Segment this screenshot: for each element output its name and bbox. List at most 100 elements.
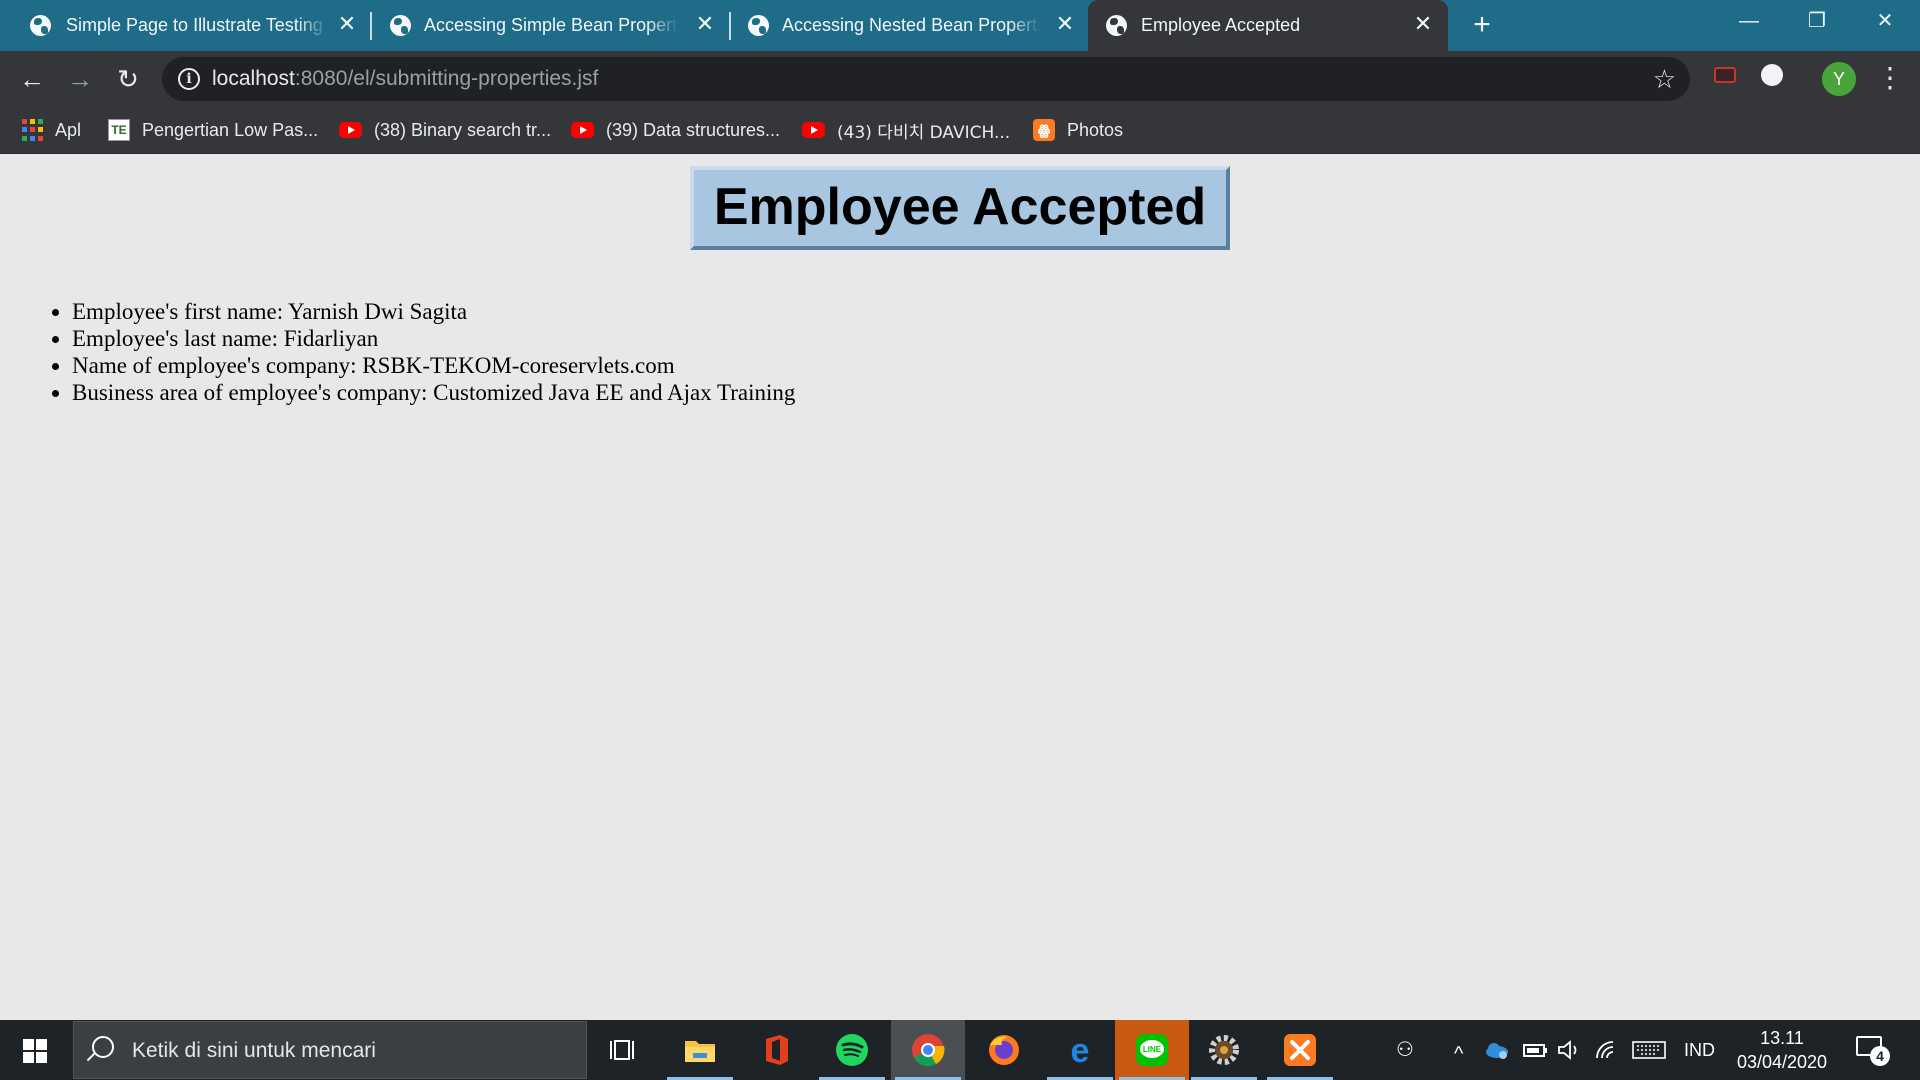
bookmark-label: (43) 다비치 DAVICH... — [837, 122, 1011, 143]
bookmark-apps[interactable]: Apl — [22, 116, 81, 144]
list-item: Employee's first name: Yarnish Dwi Sagit… — [72, 298, 795, 325]
bookmark-label: (39) Data structures... — [606, 119, 781, 140]
action-center-button[interactable]: 4 — [1856, 1036, 1890, 1066]
keyboard-icon[interactable] — [1632, 1040, 1666, 1060]
site-info-icon[interactable]: i — [178, 68, 200, 90]
notification-count-badge: 4 — [1870, 1046, 1890, 1066]
youtube-icon — [339, 122, 362, 138]
browser-menu-icon[interactable]: ⋮ — [1876, 63, 1904, 93]
url-host: localhost — [212, 67, 295, 90]
search-placeholder: Ketik di sini untuk mencari — [132, 1039, 376, 1062]
onedrive-icon[interactable] — [1484, 1040, 1510, 1060]
tab-close-icon[interactable]: ✕ — [694, 12, 716, 36]
youtube-icon — [571, 122, 594, 138]
tab-simple-bean[interactable]: Accessing Simple Bean Properties ✕ — [358, 0, 724, 51]
settings-app-button[interactable] — [1187, 1020, 1261, 1080]
close-window-button[interactable]: ✕ — [1850, 0, 1920, 44]
windows-taskbar: Ketik di sini untuk mencari e LINE ⚇ ^ I… — [0, 1020, 1920, 1080]
bookmark-star-icon[interactable]: ☆ — [1653, 64, 1676, 94]
edge-icon: e — [1071, 1033, 1090, 1067]
tab-employee-accepted[interactable]: Employee Accepted ✕ — [1088, 0, 1448, 51]
clock-date: 03/04/2020 — [1736, 1052, 1828, 1072]
globe-icon — [30, 15, 51, 36]
employee-info-list: Employee's first name: Yarnish Dwi Sagit… — [72, 298, 795, 406]
bookmark-label: (38) Binary search tr... — [374, 119, 552, 140]
bookmark-photos[interactable]: ꙮ Photos — [1033, 116, 1123, 144]
bookmark-davichi[interactable]: (43) 다비치 DAVICH... — [802, 116, 1010, 144]
globe-icon — [748, 15, 769, 36]
tab-title: Employee Accepted — [1141, 15, 1301, 35]
file-explorer-button[interactable] — [663, 1020, 737, 1080]
tab-simple-page[interactable]: Simple Page to Illustrate Testing F ✕ — [0, 0, 366, 51]
back-button[interactable]: ← — [12, 59, 52, 99]
svg-text:e: e — [1071, 1033, 1090, 1067]
battery-icon[interactable] — [1522, 1040, 1548, 1060]
spotify-button[interactable] — [815, 1020, 889, 1080]
url-text[interactable]: localhost:8080/el/submitting-properties.… — [212, 68, 598, 90]
system-clock[interactable]: 13.11 03/04/2020 — [1722, 1026, 1842, 1074]
tab-title: Simple Page to Illustrate Testing F — [66, 15, 328, 35]
svg-text:LINE: LINE — [1143, 1045, 1162, 1054]
firefox-icon — [989, 1035, 1019, 1065]
show-hidden-icons-chevron[interactable]: ^ — [1454, 1042, 1463, 1066]
edge-button[interactable]: e — [1043, 1020, 1117, 1080]
bookmark-label: Apl — [55, 119, 82, 140]
xampp-icon: ꙮ — [1033, 119, 1055, 141]
tab-close-icon[interactable]: ✕ — [336, 12, 358, 36]
bookmark-label: Photos — [1067, 119, 1124, 140]
tab-title: Accessing Simple Bean Properties — [424, 15, 678, 35]
list-item: Business area of employee's company: Cus… — [72, 379, 795, 406]
globe-icon — [1106, 15, 1127, 36]
language-indicator[interactable]: IND — [1684, 1038, 1715, 1062]
forward-button[interactable]: → — [60, 59, 100, 99]
xampp-button[interactable] — [1263, 1020, 1337, 1080]
reload-button[interactable]: ↻ — [108, 59, 148, 99]
bookmarks-bar: Apl TE Pengertian Low Pas... (38) Binary… — [0, 107, 1920, 154]
bookmark-low-pass[interactable]: TE Pengertian Low Pas... — [108, 116, 318, 144]
new-tab-button[interactable]: + — [1466, 9, 1498, 41]
line-button[interactable]: LINE — [1115, 1020, 1189, 1080]
line-icon: LINE — [1136, 1034, 1168, 1066]
people-icon[interactable]: ⚇ — [1396, 1038, 1414, 1062]
spotify-icon — [836, 1034, 868, 1066]
minimize-button[interactable]: — — [1714, 0, 1784, 44]
folder-icon — [685, 1041, 715, 1062]
office-button[interactable] — [739, 1020, 813, 1080]
firefox-button[interactable] — [967, 1020, 1041, 1080]
task-view-icon — [610, 1040, 634, 1060]
te-favicon: TE — [108, 119, 130, 141]
task-view-button[interactable] — [587, 1020, 661, 1080]
volume-icon[interactable] — [1556, 1040, 1582, 1060]
browser-toolbar: ← → ↻ i localhost:8080/el/submitting-pro… — [0, 51, 1920, 107]
tab-close-icon[interactable]: ✕ — [1054, 12, 1076, 36]
apps-grid-icon — [22, 119, 43, 141]
tab-nested-bean[interactable]: Accessing Nested Bean Properties ✕ — [716, 0, 1088, 51]
bookmark-data-structures[interactable]: (39) Data structures... — [571, 116, 780, 144]
clock-time: 13.11 — [1760, 1028, 1804, 1048]
bookmark-label: Pengertian Low Pas... — [142, 119, 319, 140]
chrome-icon — [912, 1034, 945, 1067]
tab-title: Accessing Nested Bean Properties — [782, 15, 1040, 35]
office-icon — [766, 1035, 788, 1065]
address-bar[interactable]: i localhost:8080/el/submitting-propertie… — [162, 57, 1690, 101]
extension-icon[interactable] — [1761, 64, 1783, 86]
extension-icon[interactable] — [1714, 67, 1736, 83]
tab-close-icon[interactable]: ✕ — [1412, 12, 1434, 36]
start-button[interactable] — [0, 1020, 70, 1080]
page-title-box: Employee Accepted — [690, 166, 1230, 250]
bookmark-binary-search[interactable]: (38) Binary search tr... — [339, 116, 551, 144]
windows-logo-icon — [23, 1039, 47, 1063]
page-content: Employee Accepted Employee's first name:… — [0, 155, 1920, 1020]
list-item: Name of employee's company: RSBK-TEKOM-c… — [72, 352, 795, 379]
gear-icon — [1209, 1035, 1239, 1065]
list-item: Employee's last name: Fidarliyan — [72, 325, 795, 352]
wifi-icon[interactable] — [1594, 1040, 1620, 1060]
chrome-button[interactable] — [891, 1020, 965, 1080]
profile-avatar[interactable]: Y — [1822, 62, 1856, 96]
youtube-icon — [802, 122, 825, 138]
taskbar-search-box[interactable]: Ketik di sini untuk mencari — [73, 1021, 587, 1079]
tab-strip: Simple Page to Illustrate Testing F ✕ Ac… — [0, 0, 1920, 51]
url-path: :8080/el/submitting-properties.jsf — [294, 67, 599, 90]
page-title: Employee Accepted — [713, 178, 1207, 236]
restore-button[interactable]: ❐ — [1782, 0, 1852, 44]
